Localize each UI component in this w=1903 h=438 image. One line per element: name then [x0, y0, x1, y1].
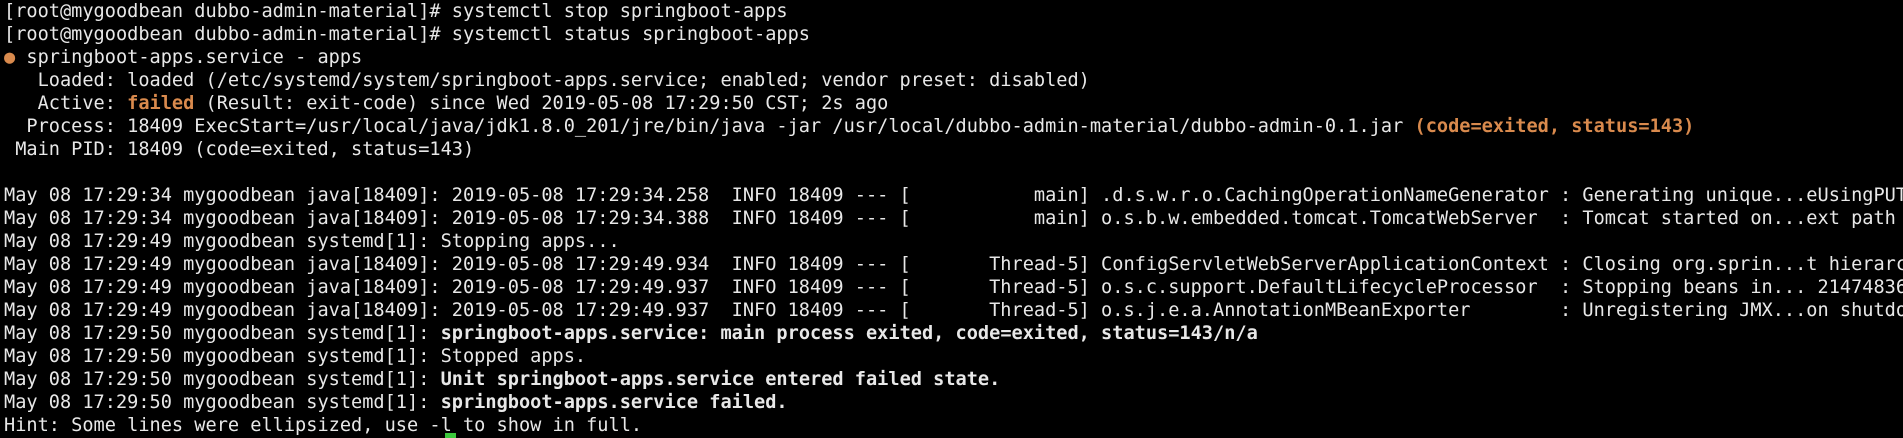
- log-message: springboot-apps.service: main process ex…: [440, 323, 1258, 344]
- loaded-line: Loaded: loaded (/etc/systemd/system/spri…: [4, 70, 1090, 91]
- log-message: 2019-05-08 17:29:49.937 INFO 18409 --- […: [451, 300, 1903, 321]
- hint-line: Hint: Some lines were ellipsized, use -l…: [4, 415, 643, 436]
- active-state-failed: failed: [127, 93, 195, 114]
- log-line: May 08 17:29:49 mygoodbean java[18409]: …: [4, 253, 1903, 276]
- log-prefix: May 08 17:29:50 mygoodbean systemd[1]:: [4, 346, 441, 367]
- log-message: Stopped apps.: [440, 346, 587, 367]
- terminal-window[interactable]: [root@mygoodbean dubbo-admin-material]# …: [0, 0, 1903, 438]
- status-dot-icon: ●: [4, 47, 16, 68]
- unit-header: ● springboot-apps.service - apps: [4, 46, 1903, 69]
- process-exit-status: (code=exited, status=143): [1414, 116, 1695, 137]
- command-line-status: [root@mygoodbean dubbo-admin-material]# …: [4, 23, 1903, 46]
- process-command: Process: 18409 ExecStart=/usr/local/java…: [4, 116, 1415, 137]
- log-message: 2019-05-08 17:29:34.388 INFO 18409 --- […: [451, 208, 1903, 229]
- log-prefix: May 08 17:29:49 mygoodbean java[18409]:: [4, 277, 452, 298]
- log-message: 2019-05-08 17:29:34.258 INFO 18409 --- […: [451, 185, 1903, 206]
- log-message: springboot-apps.service failed.: [440, 392, 788, 413]
- log-message: 2019-05-08 17:29:49.934 INFO 18409 --- […: [451, 254, 1903, 275]
- command-text: systemctl stop springboot-apps: [451, 1, 788, 22]
- log-line: May 08 17:29:34 mygoodbean java[18409]: …: [4, 207, 1903, 230]
- log-prefix: May 08 17:29:50 mygoodbean systemd[1]:: [4, 369, 441, 390]
- log-line: May 08 17:29:50 mygoodbean systemd[1]: S…: [4, 345, 1903, 368]
- shell-prompt: [root@mygoodbean dubbo-admin-material]#: [4, 24, 452, 45]
- log-prefix: May 08 17:29:49 mygoodbean java[18409]:: [4, 254, 452, 275]
- active-line: Active: failed (Result: exit-code) since…: [4, 92, 1903, 115]
- log-prefix: May 08 17:29:49 mygoodbean java[18409]:: [4, 300, 452, 321]
- log-line: May 08 17:29:49 mygoodbean java[18409]: …: [4, 299, 1903, 322]
- log-line: May 08 17:29:50 mygoodbean systemd[1]: s…: [4, 391, 1903, 414]
- log-line: May 08 17:29:49 mygoodbean systemd[1]: S…: [4, 230, 1903, 253]
- log-prefix: May 08 17:29:50 mygoodbean systemd[1]:: [4, 323, 441, 344]
- log-line: May 08 17:29:50 mygoodbean systemd[1]: U…: [4, 368, 1903, 391]
- main-pid-line: Main PID: 18409 (code=exited, status=143…: [4, 139, 475, 160]
- log-prefix: May 08 17:29:49 mygoodbean systemd[1]:: [4, 231, 441, 252]
- log-prefix: May 08 17:29:34 mygoodbean java[18409]:: [4, 208, 452, 229]
- shell-prompt: [root@mygoodbean dubbo-admin-material]#: [4, 1, 452, 22]
- log-message: Stopping apps...: [440, 231, 620, 252]
- log-message: 2019-05-08 17:29:49.937 INFO 18409 --- […: [451, 277, 1903, 298]
- text-cursor: [445, 433, 456, 438]
- process-line: Process: 18409 ExecStart=/usr/local/java…: [4, 115, 1903, 138]
- log-prefix: May 08 17:29:50 mygoodbean systemd[1]:: [4, 392, 441, 413]
- command-line-stop: [root@mygoodbean dubbo-admin-material]# …: [4, 0, 1903, 23]
- command-text: systemctl status springboot-apps: [451, 24, 811, 45]
- active-detail: (Result: exit-code) since Wed 2019-05-08…: [194, 93, 889, 114]
- log-prefix: May 08 17:29:34 mygoodbean java[18409]:: [4, 185, 452, 206]
- log-line: May 08 17:29:49 mygoodbean java[18409]: …: [4, 276, 1903, 299]
- active-label: Active:: [4, 93, 128, 114]
- log-line: May 08 17:29:34 mygoodbean java[18409]: …: [4, 184, 1903, 207]
- log-line: May 08 17:29:50 mygoodbean systemd[1]: s…: [4, 322, 1903, 345]
- log-message: Unit springboot-apps.service entered fai…: [440, 369, 1001, 390]
- unit-description: springboot-apps.service - apps: [15, 47, 363, 68]
